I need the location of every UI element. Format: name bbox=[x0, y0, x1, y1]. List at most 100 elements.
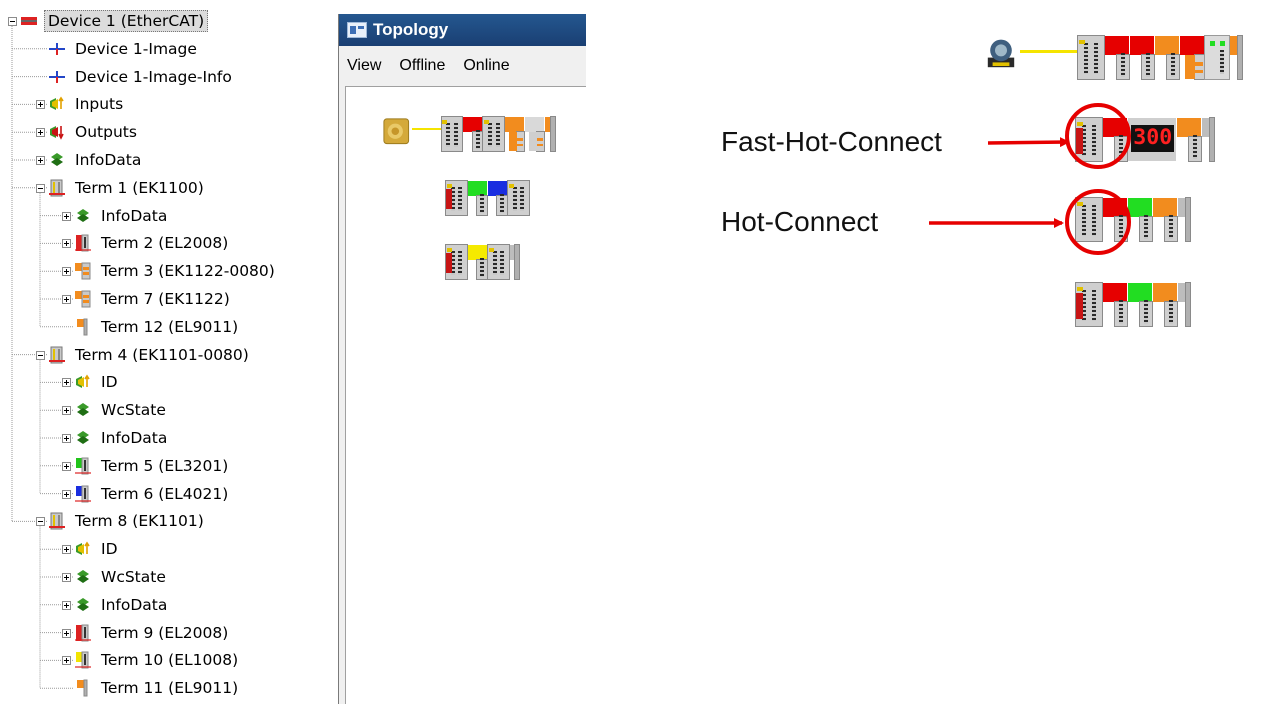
terminal-orange[interactable] bbox=[1155, 36, 1181, 81]
tree-item[interactable]: Term 10 (EL1008) bbox=[74, 647, 241, 673]
expand-icon[interactable] bbox=[62, 406, 71, 416]
terminal-green[interactable] bbox=[467, 181, 488, 217]
inputs-icon bbox=[48, 95, 66, 113]
terminal-end-gray[interactable] bbox=[1178, 281, 1192, 328]
terminal-gray-junction[interactable] bbox=[525, 117, 546, 153]
expand-icon[interactable] bbox=[62, 211, 71, 221]
terminal-orange[interactable] bbox=[1177, 118, 1203, 163]
terminal-green[interactable] bbox=[1128, 198, 1154, 243]
terminal-red[interactable] bbox=[1105, 36, 1131, 81]
terminal-orange-junction[interactable] bbox=[505, 117, 526, 153]
tree-item[interactable]: Term 5 (EL3201) bbox=[74, 453, 231, 479]
expand-icon[interactable] bbox=[62, 378, 71, 388]
collapse-icon[interactable] bbox=[36, 350, 45, 360]
tree-item-label: Device 1 (EtherCAT) bbox=[44, 10, 209, 32]
expand-icon[interactable] bbox=[62, 628, 71, 638]
tree-item[interactable]: Term 12 (EL9011) bbox=[74, 314, 241, 340]
expand-icon[interactable] bbox=[36, 156, 45, 165]
tree-item-label: Device 1-Image-Info bbox=[75, 67, 232, 86]
infodata-icon bbox=[74, 568, 92, 586]
tree-item[interactable]: Term 7 (EK1122) bbox=[74, 286, 233, 312]
terminal-orange[interactable] bbox=[1153, 198, 1179, 243]
tree-item[interactable]: Term 1 (EK1100) bbox=[48, 175, 207, 201]
ethercat-master-icon[interactable] bbox=[983, 36, 1019, 72]
terminal-coupler-red[interactable] bbox=[1074, 281, 1104, 328]
expand-icon[interactable] bbox=[62, 239, 71, 249]
terminal-junction-red[interactable] bbox=[1180, 36, 1206, 81]
expand-icon[interactable] bbox=[62, 267, 71, 277]
tree-item[interactable]: Term 6 (EL4021) bbox=[74, 481, 231, 507]
tree-item[interactable]: Term 8 (EK1101) bbox=[48, 508, 207, 534]
tree-item[interactable]: Outputs bbox=[48, 119, 140, 145]
tree-item[interactable]: Device 1 (EtherCAT) bbox=[20, 8, 209, 34]
tree-item[interactable]: Term 9 (EL2008) bbox=[74, 620, 231, 646]
terminal-coupler[interactable] bbox=[440, 115, 464, 153]
terminal-red[interactable] bbox=[1103, 283, 1129, 328]
terminal-coupler-gray[interactable] bbox=[506, 179, 530, 217]
expand-icon[interactable] bbox=[62, 656, 71, 666]
terminal-red[interactable] bbox=[1130, 36, 1156, 81]
expand-icon[interactable] bbox=[36, 100, 45, 110]
expand-icon[interactable] bbox=[62, 295, 71, 304]
ethercat-link bbox=[411, 128, 442, 131]
tree-item-label: InfoData bbox=[75, 151, 142, 169]
collapse-icon[interactable] bbox=[8, 17, 17, 26]
terminal-coupler[interactable] bbox=[1074, 196, 1104, 243]
terminal-end-gray[interactable] bbox=[509, 243, 521, 281]
terminal-red[interactable] bbox=[1103, 118, 1129, 163]
tree-item[interactable]: Term 3 (EK1122-0080) bbox=[74, 258, 278, 284]
terminal-end-gray[interactable] bbox=[1202, 116, 1216, 163]
infodata-icon bbox=[74, 207, 92, 225]
terminal-yellow[interactable] bbox=[467, 245, 488, 281]
tree-item[interactable]: InfoData bbox=[74, 592, 170, 618]
expand-icon[interactable] bbox=[62, 545, 71, 555]
terminal-red[interactable] bbox=[463, 117, 484, 153]
terminal-red[interactable] bbox=[1103, 198, 1129, 243]
expand-icon[interactable] bbox=[62, 489, 71, 499]
tree-item[interactable]: Device 1-Image bbox=[48, 36, 200, 62]
menu-view[interactable]: View bbox=[345, 55, 383, 77]
tree-item-label: WcState bbox=[101, 568, 166, 586]
topology-canvas[interactable] bbox=[345, 86, 586, 704]
terminal-orange[interactable] bbox=[1153, 283, 1179, 328]
terminal-coupler[interactable] bbox=[482, 115, 506, 153]
terminal-gray-light[interactable] bbox=[1204, 34, 1231, 81]
collapse-icon[interactable] bbox=[36, 183, 45, 193]
expand-icon[interactable] bbox=[62, 434, 71, 443]
menu-offline[interactable]: Offline bbox=[397, 55, 447, 77]
tree-item[interactable]: WcState bbox=[74, 564, 169, 590]
terminal-end-orange-gray[interactable] bbox=[1230, 34, 1244, 81]
tree-item[interactable]: Term 11 (EL9011) bbox=[74, 675, 241, 701]
expand-icon[interactable] bbox=[36, 128, 45, 138]
terminal-coupler-red-highlight[interactable] bbox=[1074, 116, 1104, 163]
collapse-icon[interactable] bbox=[36, 517, 45, 527]
tree-item-label: InfoData bbox=[101, 595, 168, 614]
tree-item[interactable]: WcState bbox=[74, 397, 169, 423]
tree-item[interactable]: InfoData bbox=[48, 147, 144, 173]
tree-item[interactable]: Term 2 (EL2008) bbox=[74, 230, 231, 256]
terminal-coupler[interactable] bbox=[1076, 34, 1106, 81]
tree-item[interactable]: Term 4 (EK1101-0080) bbox=[48, 342, 252, 368]
topology-titlebar[interactable]: Topology bbox=[339, 14, 586, 46]
tree-item[interactable]: Device 1-Image-Info bbox=[48, 64, 235, 90]
tree-item[interactable]: ID bbox=[74, 369, 121, 395]
terminal-coupler-gray[interactable] bbox=[486, 243, 510, 281]
terminal-blue[interactable] bbox=[487, 181, 508, 217]
terminal-green[interactable] bbox=[1128, 283, 1154, 328]
analog-output-terminal-icon bbox=[74, 485, 92, 503]
terminal-coupler-red[interactable] bbox=[445, 243, 468, 281]
tree-item[interactable]: InfoData bbox=[74, 203, 170, 229]
topology-window: Topology View Offline Online bbox=[338, 14, 586, 704]
terminal-display-300[interactable]: 300 bbox=[1128, 118, 1177, 162]
menu-online[interactable]: Online bbox=[461, 55, 511, 77]
expand-icon[interactable] bbox=[62, 573, 71, 582]
terminal-coupler-red[interactable] bbox=[445, 179, 468, 217]
expand-icon[interactable] bbox=[62, 461, 71, 471]
tree-item[interactable]: InfoData bbox=[74, 425, 170, 451]
expand-icon[interactable] bbox=[62, 600, 71, 610]
terminal-end-orange[interactable] bbox=[545, 115, 556, 153]
tree-item[interactable]: Inputs bbox=[48, 91, 126, 117]
ethercat-master-icon[interactable] bbox=[382, 117, 411, 146]
terminal-end-gray[interactable] bbox=[1178, 196, 1192, 243]
tree-item[interactable]: ID bbox=[74, 536, 121, 562]
